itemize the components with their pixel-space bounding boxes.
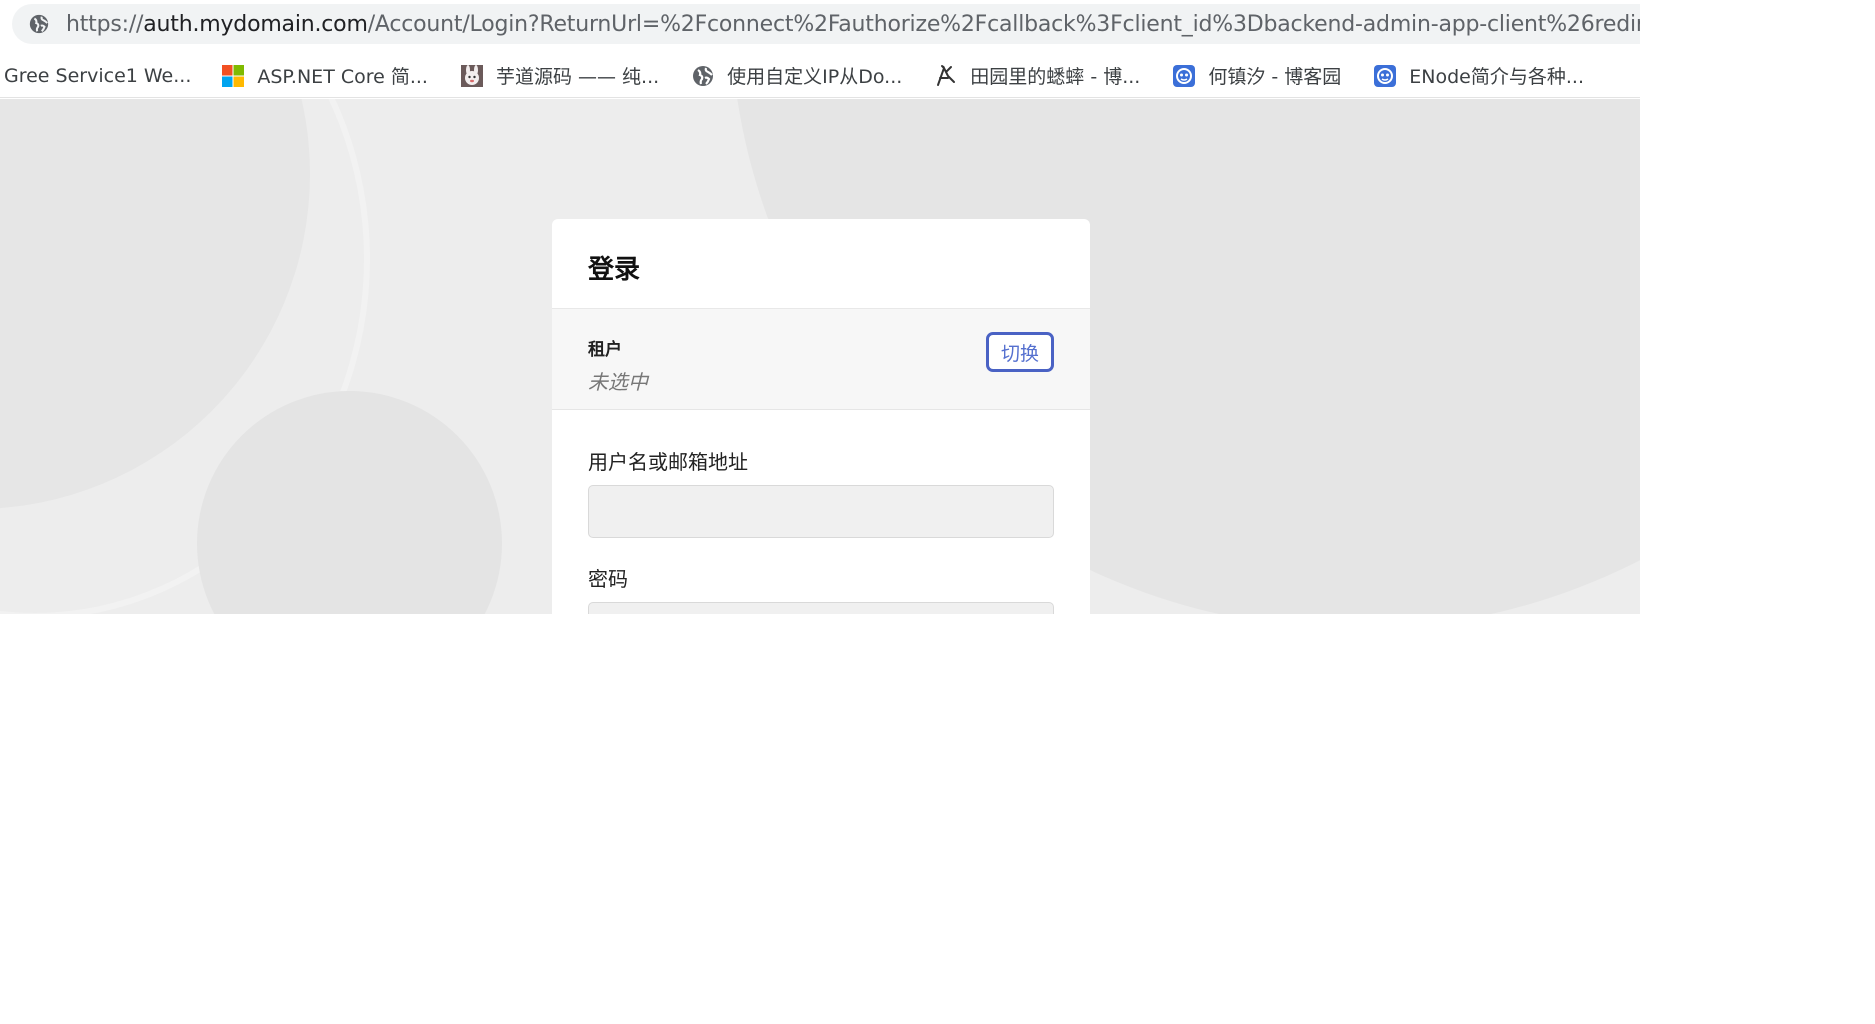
bookmark-item[interactable]: 何镇汐 - 博客园 (1172, 54, 1341, 98)
url-text[interactable]: https://auth.mydomain.com/Account/Login?… (66, 12, 1640, 37)
username-label: 用户名或邮箱地址 (588, 450, 748, 474)
login-title: 登录 (552, 219, 1090, 309)
password-input[interactable] (588, 602, 1054, 614)
bookmark-item[interactable]: 芋道源码 —— 纯... (460, 54, 659, 98)
avatar-icon (460, 64, 483, 87)
page-content: 登录 租户 未选中 切换 用户名或邮箱地址 密码 (0, 99, 1640, 614)
url-path: /Account/Login?ReturnUrl=%2Fconnect%2Fau… (367, 11, 1640, 37)
login-form: 用户名或邮箱地址 密码 (552, 410, 1090, 614)
password-label: 密码 (588, 567, 628, 591)
bookmark-item[interactable]: ASP.NET Core 简... (221, 54, 428, 98)
bookmark-item[interactable]: 使用自定义IP从Do... (691, 54, 902, 98)
username-input[interactable] (588, 485, 1054, 538)
bookmark-item[interactable]: 田园里的蟋蟀 - 博... (934, 54, 1140, 98)
tenant-label: 租户 (588, 340, 622, 360)
bookmark-label: Gree Service1 We... (4, 64, 192, 87)
bookmark-label: 田园里的蟋蟀 - 博... (970, 66, 1141, 88)
bookmark-label: 何镇汐 - 博客园 (1208, 66, 1342, 88)
cnblogs-icon (1374, 64, 1397, 87)
bookmark-label: ENode简介与各种... (1409, 66, 1584, 88)
bookmarks-bar: Gree Service1 We... ASP.NET Core 简... 芋道… (0, 54, 1640, 98)
bookmark-label: 使用自定义IP从Do... (727, 66, 903, 88)
bookmark-item[interactable]: ENode简介与各种... (1373, 54, 1584, 98)
browser-window: https://auth.mydomain.com/Account/Login?… (0, 0, 1640, 614)
bookmark-label: 芋道源码 —— 纯... (495, 66, 660, 88)
address-bar[interactable]: https://auth.mydomain.com/Account/Login?… (12, 4, 1640, 44)
tenant-section: 租户 未选中 切换 (552, 309, 1090, 410)
microsoft-logo-icon (222, 64, 245, 87)
globe-icon (693, 65, 714, 86)
login-card: 登录 租户 未选中 切换 用户名或邮箱地址 密码 (552, 219, 1090, 614)
tenant-value: 未选中 (588, 370, 648, 394)
globe-icon (29, 14, 49, 34)
url-host: auth.mydomain.com (143, 11, 368, 37)
url-scheme: https:// (66, 11, 144, 37)
bookmark-label: ASP.NET Core 简... (257, 66, 428, 88)
bookmark-item[interactable]: Gree Service1 We... (4, 54, 191, 98)
switch-tenant-button[interactable]: 切换 (986, 332, 1054, 372)
cricket-icon (937, 64, 956, 86)
cnblogs-icon (1173, 64, 1196, 87)
